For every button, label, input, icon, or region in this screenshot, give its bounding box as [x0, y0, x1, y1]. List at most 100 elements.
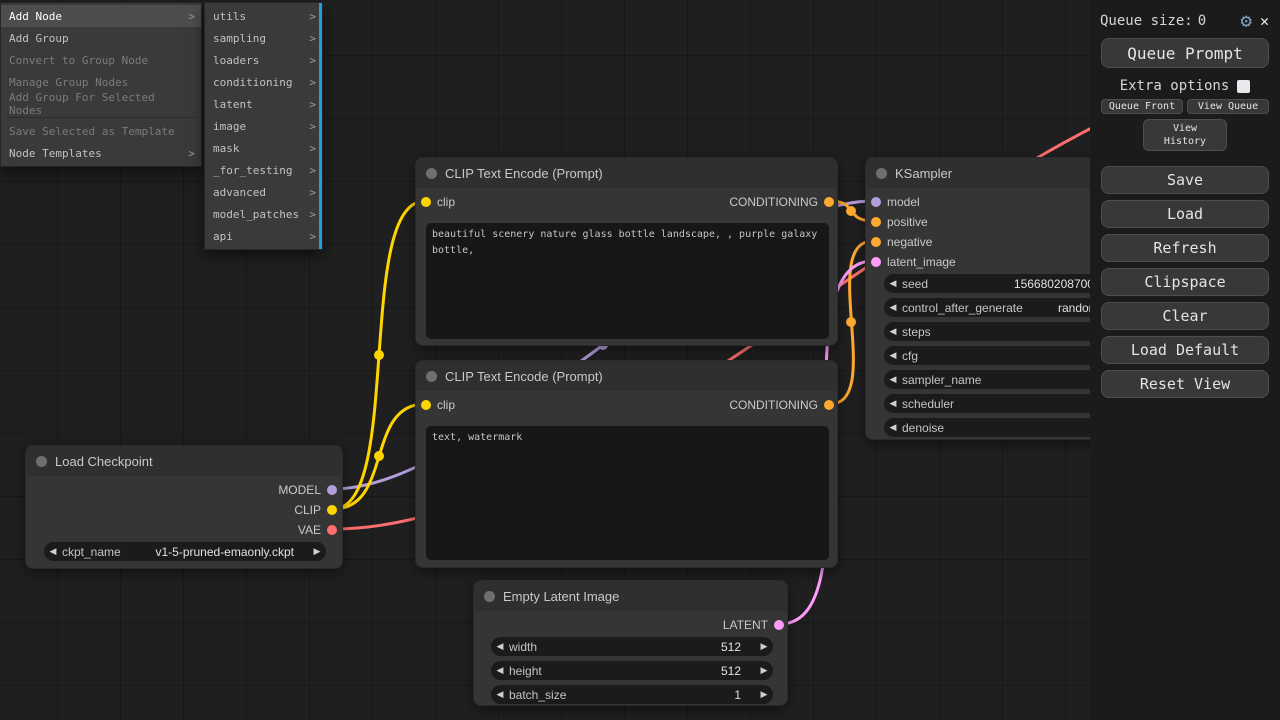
decrement-arrow-icon[interactable]: ◀	[884, 326, 902, 337]
widget-width[interactable]: ◀ width 512 ▶	[491, 637, 773, 656]
decrement-arrow-icon[interactable]: ◀	[491, 641, 509, 652]
load-button[interactable]: Load	[1101, 200, 1269, 228]
decrement-arrow-icon[interactable]: ◀	[884, 422, 902, 433]
clip-slot-dot-icon[interactable]	[421, 400, 431, 410]
submenu-item-latent[interactable]: latent >	[205, 93, 322, 115]
model-slot-dot-icon[interactable]	[871, 197, 881, 207]
link-midpoint-dot[interactable]	[374, 350, 384, 360]
clear-button[interactable]: Clear	[1101, 302, 1269, 330]
widget-ckpt-name[interactable]: ◀ ckpt_name v1-5-pruned-emaonly.ckpt ▶	[44, 542, 326, 561]
queue-front-button[interactable]: Queue Front	[1101, 99, 1183, 114]
clip-slot-dot-icon[interactable]	[421, 197, 431, 207]
link-midpoint-dot[interactable]	[846, 206, 856, 216]
submenu-item-utils[interactable]: utils >	[205, 5, 322, 27]
widget-height[interactable]: ◀ height 512 ▶	[491, 661, 773, 680]
vae-slot-dot-icon[interactable]	[327, 525, 337, 535]
conditioning-slot-dot-icon[interactable]	[824, 197, 834, 207]
output-slot-conditioning[interactable]: CONDITIONING	[729, 194, 834, 210]
settings-gear-icon[interactable]: ⚙	[1241, 12, 1252, 31]
queue-prompt-button[interactable]: Queue Prompt	[1101, 38, 1269, 68]
clip-slot-dot-icon[interactable]	[327, 505, 337, 515]
submenu-arrow-icon: >	[309, 54, 316, 67]
widget-label: seed	[902, 277, 928, 291]
reset-view-button[interactable]: Reset View	[1101, 370, 1269, 398]
conditioning-slot-dot-icon[interactable]	[871, 217, 881, 227]
increment-arrow-icon[interactable]: ▶	[755, 689, 773, 700]
input-slot-positive[interactable]: positive	[871, 214, 928, 230]
node-clip-text-encode-negative[interactable]: CLIP Text Encode (Prompt) clip CONDITION…	[415, 360, 838, 568]
node-clip-text-encode-positive[interactable]: CLIP Text Encode (Prompt) clip CONDITION…	[415, 157, 838, 346]
menu-item-convert-to-group-node: Convert to Group Node	[1, 49, 201, 71]
link-midpoint-dot[interactable]	[374, 451, 384, 461]
node-title-bar[interactable]: CLIP Text Encode (Prompt)	[416, 361, 837, 391]
conditioning-slot-dot-icon[interactable]	[871, 237, 881, 247]
model-slot-dot-icon[interactable]	[327, 485, 337, 495]
collapse-dot-icon[interactable]	[36, 456, 47, 467]
node-load-checkpoint[interactable]: Load Checkpoint MODEL CLIP VAE ◀ ckpt_na…	[25, 445, 343, 569]
menu-item-add-group[interactable]: Add Group	[1, 27, 201, 49]
output-slot-latent[interactable]: LATENT	[723, 617, 784, 633]
decrement-arrow-icon[interactable]: ◀	[44, 546, 62, 557]
submenu-item-api[interactable]: api >	[205, 225, 322, 247]
node-empty-latent-image[interactable]: Empty Latent Image LATENT ◀ width 512 ▶ …	[473, 580, 788, 706]
menu-item-label: Save Selected as Template	[9, 125, 175, 138]
latent-slot-dot-icon[interactable]	[871, 257, 881, 267]
submenu-item-label: mask	[213, 142, 240, 155]
slot-label: MODEL	[278, 483, 321, 497]
collapse-dot-icon[interactable]	[484, 591, 495, 602]
menu-item-node-templates[interactable]: Node Templates >	[1, 142, 201, 164]
widget-batch-size[interactable]: ◀ batch_size 1 ▶	[491, 685, 773, 704]
collapse-dot-icon[interactable]	[426, 371, 437, 382]
input-slot-model[interactable]: model	[871, 194, 920, 210]
negative-prompt-textarea[interactable]: text, watermark	[426, 426, 829, 560]
extra-options-checkbox[interactable]	[1237, 80, 1250, 93]
input-slot-latent-image[interactable]: latent_image	[871, 254, 956, 270]
node-title-bar[interactable]: CLIP Text Encode (Prompt)	[416, 158, 837, 188]
decrement-arrow-icon[interactable]: ◀	[884, 278, 902, 289]
view-history-button[interactable]: View History	[1143, 119, 1227, 151]
menu-item-add-node[interactable]: Add Node >	[1, 5, 201, 27]
submenu-item-model-patches[interactable]: model_patches >	[205, 203, 322, 225]
slot-label: CONDITIONING	[729, 195, 818, 209]
latent-slot-dot-icon[interactable]	[774, 620, 784, 630]
input-slot-clip[interactable]: clip	[421, 397, 455, 413]
submenu-item-conditioning[interactable]: conditioning >	[205, 71, 322, 93]
save-button[interactable]: Save	[1101, 166, 1269, 194]
submenu-item-loaders[interactable]: loaders >	[205, 49, 322, 71]
decrement-arrow-icon[interactable]: ◀	[884, 374, 902, 385]
submenu-item-image[interactable]: image >	[205, 115, 322, 137]
close-icon[interactable]: ✕	[1257, 12, 1272, 30]
submenu-scrollbar[interactable]	[319, 3, 322, 249]
decrement-arrow-icon[interactable]: ◀	[491, 665, 509, 676]
queue-size-value: 0	[1198, 13, 1206, 29]
node-title-bar[interactable]: Empty Latent Image	[474, 581, 787, 611]
input-slot-clip[interactable]: clip	[421, 194, 455, 210]
link-midpoint-dot[interactable]	[846, 317, 856, 327]
collapse-dot-icon[interactable]	[876, 168, 887, 179]
collapse-dot-icon[interactable]	[426, 168, 437, 179]
increment-arrow-icon[interactable]: ▶	[308, 546, 326, 557]
decrement-arrow-icon[interactable]: ◀	[884, 302, 902, 313]
input-slot-negative[interactable]: negative	[871, 234, 932, 250]
increment-arrow-icon[interactable]: ▶	[755, 665, 773, 676]
submenu-item-advanced[interactable]: advanced >	[205, 181, 322, 203]
node-title-bar[interactable]: Load Checkpoint	[26, 446, 342, 476]
clipspace-button[interactable]: Clipspace	[1101, 268, 1269, 296]
view-queue-button[interactable]: View Queue	[1187, 99, 1269, 114]
submenu-item-for-testing[interactable]: _for_testing >	[205, 159, 322, 181]
output-slot-conditioning[interactable]: CONDITIONING	[729, 397, 834, 413]
refresh-button[interactable]: Refresh	[1101, 234, 1269, 262]
positive-prompt-textarea[interactable]: beautiful scenery nature glass bottle la…	[426, 223, 829, 339]
submenu-item-sampling[interactable]: sampling >	[205, 27, 322, 49]
widget-value: 512	[542, 664, 755, 678]
decrement-arrow-icon[interactable]: ◀	[884, 350, 902, 361]
output-slot-vae[interactable]: VAE	[298, 522, 337, 538]
increment-arrow-icon[interactable]: ▶	[755, 641, 773, 652]
conditioning-slot-dot-icon[interactable]	[824, 400, 834, 410]
submenu-item-mask[interactable]: mask >	[205, 137, 322, 159]
decrement-arrow-icon[interactable]: ◀	[491, 689, 509, 700]
output-slot-clip[interactable]: CLIP	[294, 502, 337, 518]
output-slot-model[interactable]: MODEL	[278, 482, 337, 498]
decrement-arrow-icon[interactable]: ◀	[884, 398, 902, 409]
load-default-button[interactable]: Load Default	[1101, 336, 1269, 364]
